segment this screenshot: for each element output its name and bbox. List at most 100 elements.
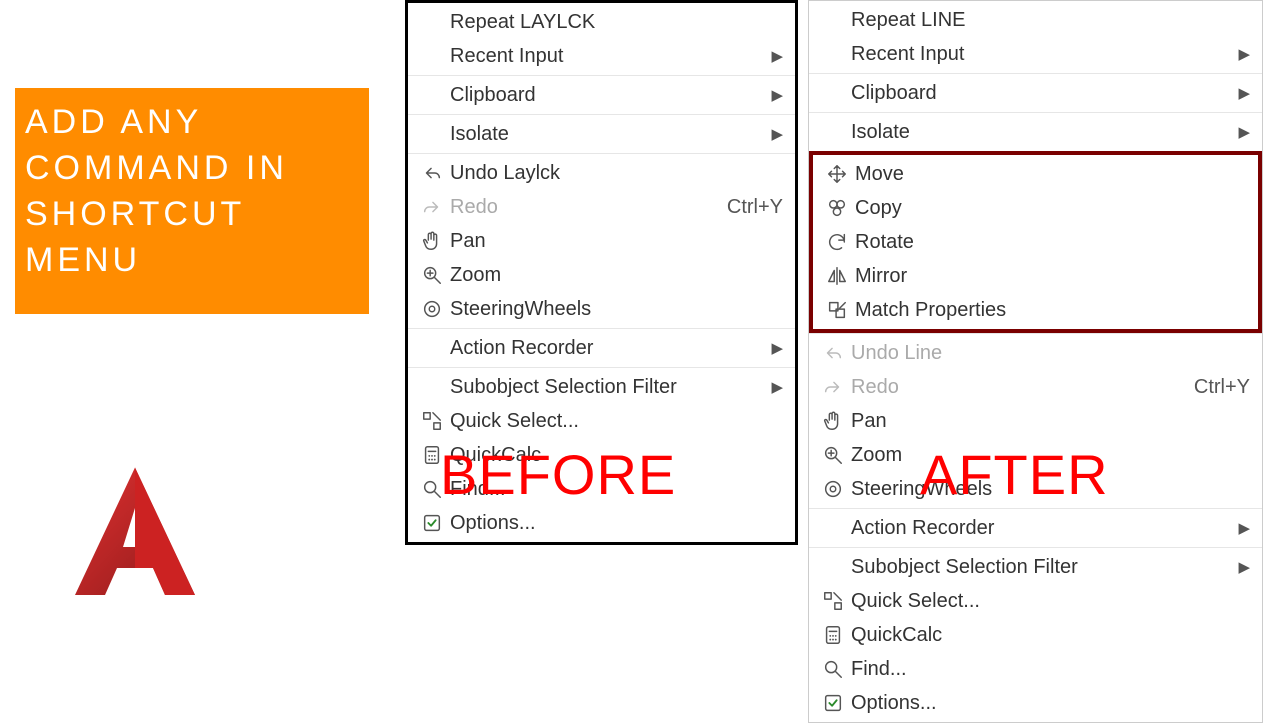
menu-item-label: Mirror xyxy=(855,262,907,290)
mirror-icon xyxy=(819,265,855,287)
menu-item-label: Undo Line xyxy=(851,339,942,367)
menu-item-copy[interactable]: Copy xyxy=(813,191,1258,225)
menu-item-mirror[interactable]: Mirror xyxy=(813,259,1258,293)
after-group-2: Isolate ▶ xyxy=(809,112,1262,151)
submenu-arrow-icon: ▶ xyxy=(1238,557,1250,578)
menu-item-action-recorder[interactable]: Action Recorder ▶ xyxy=(408,331,795,365)
after-group-5: Action Recorder ▶ xyxy=(809,508,1262,547)
menu-item-label: QuickCalc xyxy=(851,621,942,649)
find-icon xyxy=(815,658,851,680)
menu-item-label: Redo xyxy=(851,373,899,401)
menu-item-label: Zoom xyxy=(450,261,501,289)
shortcut-label: Ctrl+Y xyxy=(1194,373,1250,401)
after-group-0: Repeat LINE Recent Input▶ xyxy=(809,1,1262,73)
undo-icon xyxy=(414,162,450,184)
hand-icon xyxy=(815,410,851,432)
menu-item-action-recorder[interactable]: Action Recorder ▶ xyxy=(809,511,1262,545)
menu-item-label: Pan xyxy=(851,407,887,435)
context-menu-after: Repeat LINERecent Input▶Clipboard▶Isolat… xyxy=(808,0,1263,723)
submenu-arrow-icon: ▶ xyxy=(1238,518,1250,539)
autocad-logo xyxy=(60,455,210,615)
menu-item-redo[interactable]: Redo Ctrl+Y xyxy=(809,370,1262,404)
menu-item-pan[interactable]: Pan xyxy=(408,224,795,258)
menu-item-move[interactable]: Move xyxy=(813,157,1258,191)
menu-item-undo-line[interactable]: Undo Line xyxy=(809,336,1262,370)
check-icon xyxy=(414,512,450,534)
menu-item-label: Isolate xyxy=(450,120,509,148)
undo-icon xyxy=(815,342,851,364)
menu-item-quickcalc[interactable]: QuickCalc xyxy=(809,618,1262,652)
submenu-arrow-icon: ▶ xyxy=(1238,44,1250,65)
after-group-6: Subobject Selection Filter ▶ Quick Select.… xyxy=(809,547,1262,722)
menu-item-label: SteeringWheels xyxy=(450,295,591,323)
menu-item-label: Match Properties xyxy=(855,296,1006,324)
menu-item-zoom[interactable]: Zoom xyxy=(408,258,795,292)
redo-icon xyxy=(815,376,851,398)
submenu-arrow-icon: ▶ xyxy=(771,46,783,67)
menu-item-clipboard[interactable]: Clipboard▶ xyxy=(408,78,795,112)
match-icon xyxy=(819,299,855,321)
menu-item-label: Subobject Selection Filter xyxy=(450,373,677,401)
before-group-0: Repeat LAYLCK Recent Input ▶ xyxy=(408,3,795,75)
menu-item-rotate[interactable]: Rotate xyxy=(813,225,1258,259)
before-group-2: Isolate▶ xyxy=(408,114,795,153)
wheel-icon xyxy=(414,298,450,320)
menu-item-label: Quick Select... xyxy=(450,407,579,435)
menu-item-label: Recent Input xyxy=(450,42,563,70)
menu-item-quick-select[interactable]: Quick Select... xyxy=(809,584,1262,618)
after-group-3: MoveCopy Rotate Mirror Match Properties xyxy=(809,151,1262,333)
title-box: ADD ANY COMMAND IN SHORTCUT MENU xyxy=(15,88,369,314)
menu-item-label: Subobject Selection Filter xyxy=(851,553,1078,581)
menu-item-label: Action Recorder xyxy=(450,334,593,362)
zoom-icon xyxy=(815,444,851,466)
menu-item-label: Clipboard xyxy=(851,79,937,107)
before-group-1: Clipboard▶ xyxy=(408,75,795,114)
menu-item-options[interactable]: Options... xyxy=(408,506,795,540)
move-icon xyxy=(819,163,855,185)
menu-item-match-properties[interactable]: Match Properties xyxy=(813,293,1258,327)
before-label: BEFORE xyxy=(440,442,676,507)
menu-item-repeat-laylck[interactable]: Repeat LAYLCK xyxy=(408,5,795,39)
submenu-arrow-icon: ▶ xyxy=(771,338,783,359)
menu-item-clipboard[interactable]: Clipboard ▶ xyxy=(809,76,1262,110)
menu-item-redo[interactable]: Redo Ctrl+Y xyxy=(408,190,795,224)
menu-item-recent-input[interactable]: Recent Input ▶ xyxy=(408,39,795,73)
menu-item-label: Options... xyxy=(851,689,937,717)
before-group-3: Undo Laylck Redo Ctrl+Y Pan Zoom SteeringWhee… xyxy=(408,153,795,328)
menu-item-label: Pan xyxy=(450,227,486,255)
menu-item-isolate[interactable]: Isolate ▶ xyxy=(809,115,1262,149)
copy-icon xyxy=(819,197,855,219)
menu-item-label: Undo Laylck xyxy=(450,159,560,187)
menu-item-undo-laylck[interactable]: Undo Laylck xyxy=(408,156,795,190)
menu-item-label: Repeat LINE xyxy=(851,6,966,34)
hand-icon xyxy=(414,230,450,252)
menu-item-isolate[interactable]: Isolate▶ xyxy=(408,117,795,151)
menu-item-subobject-selection-filter[interactable]: Subobject Selection Filter ▶ xyxy=(809,550,1262,584)
menu-item-subobject-selection-filter[interactable]: Subobject Selection Filter ▶ xyxy=(408,370,795,404)
menu-item-label: Clipboard xyxy=(450,81,536,109)
menu-item-repeat-line[interactable]: Repeat LINE xyxy=(809,3,1262,37)
menu-item-recent-input[interactable]: Recent Input▶ xyxy=(809,37,1262,71)
before-group-4: Action Recorder ▶ xyxy=(408,328,795,367)
menu-item-label: Find... xyxy=(851,655,907,683)
quicksel-icon xyxy=(815,590,851,612)
rotate-icon xyxy=(819,231,855,253)
submenu-arrow-icon: ▶ xyxy=(1238,122,1250,143)
after-label: AFTER xyxy=(920,442,1109,507)
menu-item-quick-select[interactable]: Quick Select... xyxy=(408,404,795,438)
menu-item-find[interactable]: Find... xyxy=(809,652,1262,686)
submenu-arrow-icon: ▶ xyxy=(771,377,783,398)
shortcut-label: Ctrl+Y xyxy=(727,193,783,221)
after-group-1: Clipboard ▶ xyxy=(809,73,1262,112)
menu-item-label: Isolate xyxy=(851,118,910,146)
menu-item-label: Rotate xyxy=(855,228,914,256)
menu-item-options[interactable]: Options... xyxy=(809,686,1262,720)
zoom-icon xyxy=(414,264,450,286)
submenu-arrow-icon: ▶ xyxy=(1238,83,1250,104)
menu-item-label: Action Recorder xyxy=(851,514,994,542)
menu-item-label: Redo xyxy=(450,193,498,221)
menu-item-steeringwheels[interactable]: SteeringWheels xyxy=(408,292,795,326)
menu-item-label: Quick Select... xyxy=(851,587,980,615)
menu-item-pan[interactable]: Pan xyxy=(809,404,1262,438)
redo-icon xyxy=(414,196,450,218)
